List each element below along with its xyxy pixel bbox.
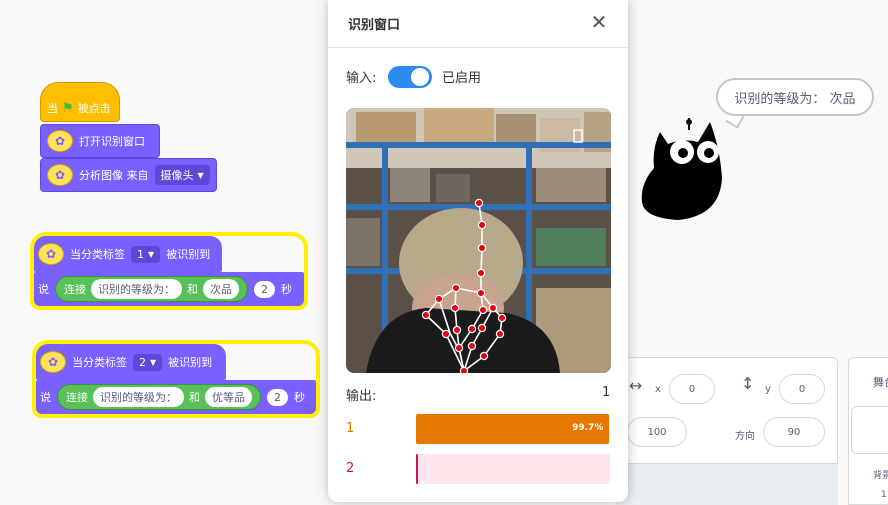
brain-icon: ✿ <box>47 130 73 152</box>
source-value: 摄像头 <box>160 169 194 182</box>
join-block[interactable]: 连接 识别的等级为： 和 优等品 <box>57 384 261 410</box>
class-1-name: 1 <box>346 421 355 436</box>
class-1-confidence: 99.7% <box>572 423 604 433</box>
stage-panel[interactable]: 舞台 背景 1 <box>848 357 888 505</box>
rule-2-script[interactable]: ✿ 当分类标签 2 ▼ 被识别到 说 连接 识别的等级为： 和 优等品 2 秒 <box>32 340 320 418</box>
class-1-bar: 99.7% <box>416 414 610 444</box>
class-recognized-hat-1[interactable]: ✿ 当分类标签 1 ▼ 被识别到 <box>34 236 222 272</box>
y-axis-icon: ↕ <box>741 374 755 393</box>
shelf-item <box>390 168 430 202</box>
box <box>356 112 416 142</box>
class-label-dropdown[interactable]: 2 ▼ <box>133 353 163 371</box>
caret-down-icon: ▼ <box>150 357 157 367</box>
box <box>424 108 494 142</box>
shelf-item <box>536 168 606 202</box>
shelf-item <box>436 174 470 202</box>
toggle-status-text: 已启用 <box>442 71 482 86</box>
text-a-input[interactable]: 识别的等级为： <box>91 279 182 299</box>
seconds-unit-label: 秒 <box>294 391 305 404</box>
say-block-2[interactable]: 说 连接 识别的等级为： 和 优等品 2 秒 <box>36 380 316 414</box>
class-1-bar-fill: 99.7% <box>416 414 610 444</box>
hat-head-label: 当分类标签 <box>72 356 127 369</box>
size-input[interactable]: 100 <box>627 417 687 447</box>
x-axis-icon: ↔ <box>629 376 643 395</box>
class-2-bar-fill <box>416 454 419 484</box>
speech-bubble: 识别的等级为： 次品 <box>716 78 874 116</box>
analyze-label: 分析图像 来自 <box>79 169 149 182</box>
class-label-value: 2 <box>139 355 146 369</box>
right-pupil <box>704 148 714 158</box>
brain-icon: ✿ <box>47 164 73 186</box>
seconds-input[interactable]: 2 <box>267 388 288 406</box>
class-label-dropdown[interactable]: 1 ▼ <box>131 245 161 263</box>
toggle-knob <box>411 68 429 86</box>
cat-sprite[interactable] <box>638 118 728 222</box>
and-label: 和 <box>187 283 198 296</box>
close-icon[interactable]: ✕ <box>587 10 611 34</box>
hat-tail-label: 被识别到 <box>168 356 213 369</box>
when-label: 当 <box>47 102 58 115</box>
clicked-label: 被点击 <box>77 102 111 115</box>
class-label-value: 1 <box>137 247 144 261</box>
input-label: 输入: <box>346 71 377 86</box>
direction-input[interactable]: 90 <box>763 417 825 447</box>
when-flag-clicked-block[interactable]: 当 ⚑ 被点击 <box>40 82 120 122</box>
shelf-item <box>346 218 380 266</box>
analyze-image-block[interactable]: ✿ 分析图像 来自 摄像头 ▼ <box>40 158 217 192</box>
open-recognition-window-block[interactable]: ✿ 打开识别窗口 <box>40 124 160 158</box>
class-2-bar <box>416 454 610 484</box>
caret-down-icon: ▼ <box>148 249 155 259</box>
box <box>496 114 536 144</box>
brain-icon: ✿ <box>40 351 66 373</box>
class-recognized-hat-2[interactable]: ✿ 当分类标签 2 ▼ 被识别到 <box>36 344 226 380</box>
left-pupil <box>678 148 688 158</box>
y-input[interactable]: 0 <box>779 374 825 404</box>
join-label: 连接 <box>66 391 88 404</box>
shelf-item <box>536 228 606 266</box>
stage-thumbnail[interactable] <box>851 406 888 454</box>
x-label: x <box>655 384 661 395</box>
source-dropdown[interactable]: 摄像头 ▼ <box>154 165 210 185</box>
app-root: 当 ⚑ 被点击 ✿ 打开识别窗口 ✿ 分析图像 来自 摄像头 ▼ ✿ 当分类标签… <box>0 0 888 505</box>
backdrop-label: 背景 <box>873 471 888 481</box>
say-block-1[interactable]: 说 连接 识别的等级为： 和 次品 2 秒 <box>34 272 304 306</box>
text-b-input[interactable]: 次品 <box>203 279 239 299</box>
open-window-label: 打开识别窗口 <box>79 135 145 148</box>
y-label: y <box>765 384 771 395</box>
say-label: 说 <box>38 283 49 296</box>
speech-bubble-text: 识别的等级为： 次品 <box>734 91 856 107</box>
brain-icon: ✿ <box>38 243 64 265</box>
output-label: 输出: <box>346 389 377 404</box>
direction-label: 方向 <box>735 431 755 442</box>
text-b-input[interactable]: 优等品 <box>205 387 252 407</box>
text-a-input[interactable]: 识别的等级为： <box>93 387 184 407</box>
seconds-input[interactable]: 2 <box>254 280 275 298</box>
x-input[interactable]: 0 <box>669 374 715 404</box>
say-label: 说 <box>40 391 51 404</box>
camera-feed <box>346 108 611 373</box>
cat-body <box>641 122 722 220</box>
green-flag-icon: ⚑ <box>62 100 74 116</box>
sprite-list-area[interactable] <box>616 463 838 505</box>
backdrop-count: 1 <box>881 490 887 500</box>
hat-tail-label: 被识别到 <box>166 248 211 261</box>
and-label: 和 <box>189 391 200 404</box>
output-value: 1 <box>602 385 611 400</box>
modal-header: 识别窗口 ✕ <box>328 0 628 48</box>
recognition-window: 识别窗口 ✕ 输入: 已启用 输出: 1 1 99.7% 2 <box>328 0 628 502</box>
hat-head-label: 当分类标签 <box>70 248 125 261</box>
caret-down-icon: ▼ <box>197 170 204 180</box>
join-block[interactable]: 连接 识别的等级为： 和 次品 <box>55 276 248 302</box>
class-2-name: 2 <box>346 461 355 476</box>
antenna-tip <box>686 119 692 125</box>
modal-title: 识别窗口 <box>348 18 401 33</box>
seconds-unit-label: 秒 <box>281 283 292 296</box>
rule-1-script[interactable]: ✿ 当分类标签 1 ▼ 被识别到 说 连接 识别的等级为： 和 次品 2 秒 <box>30 232 308 310</box>
join-label: 连接 <box>64 283 86 296</box>
input-toggle[interactable] <box>388 66 432 88</box>
stage-header: 舞台 <box>873 376 888 389</box>
